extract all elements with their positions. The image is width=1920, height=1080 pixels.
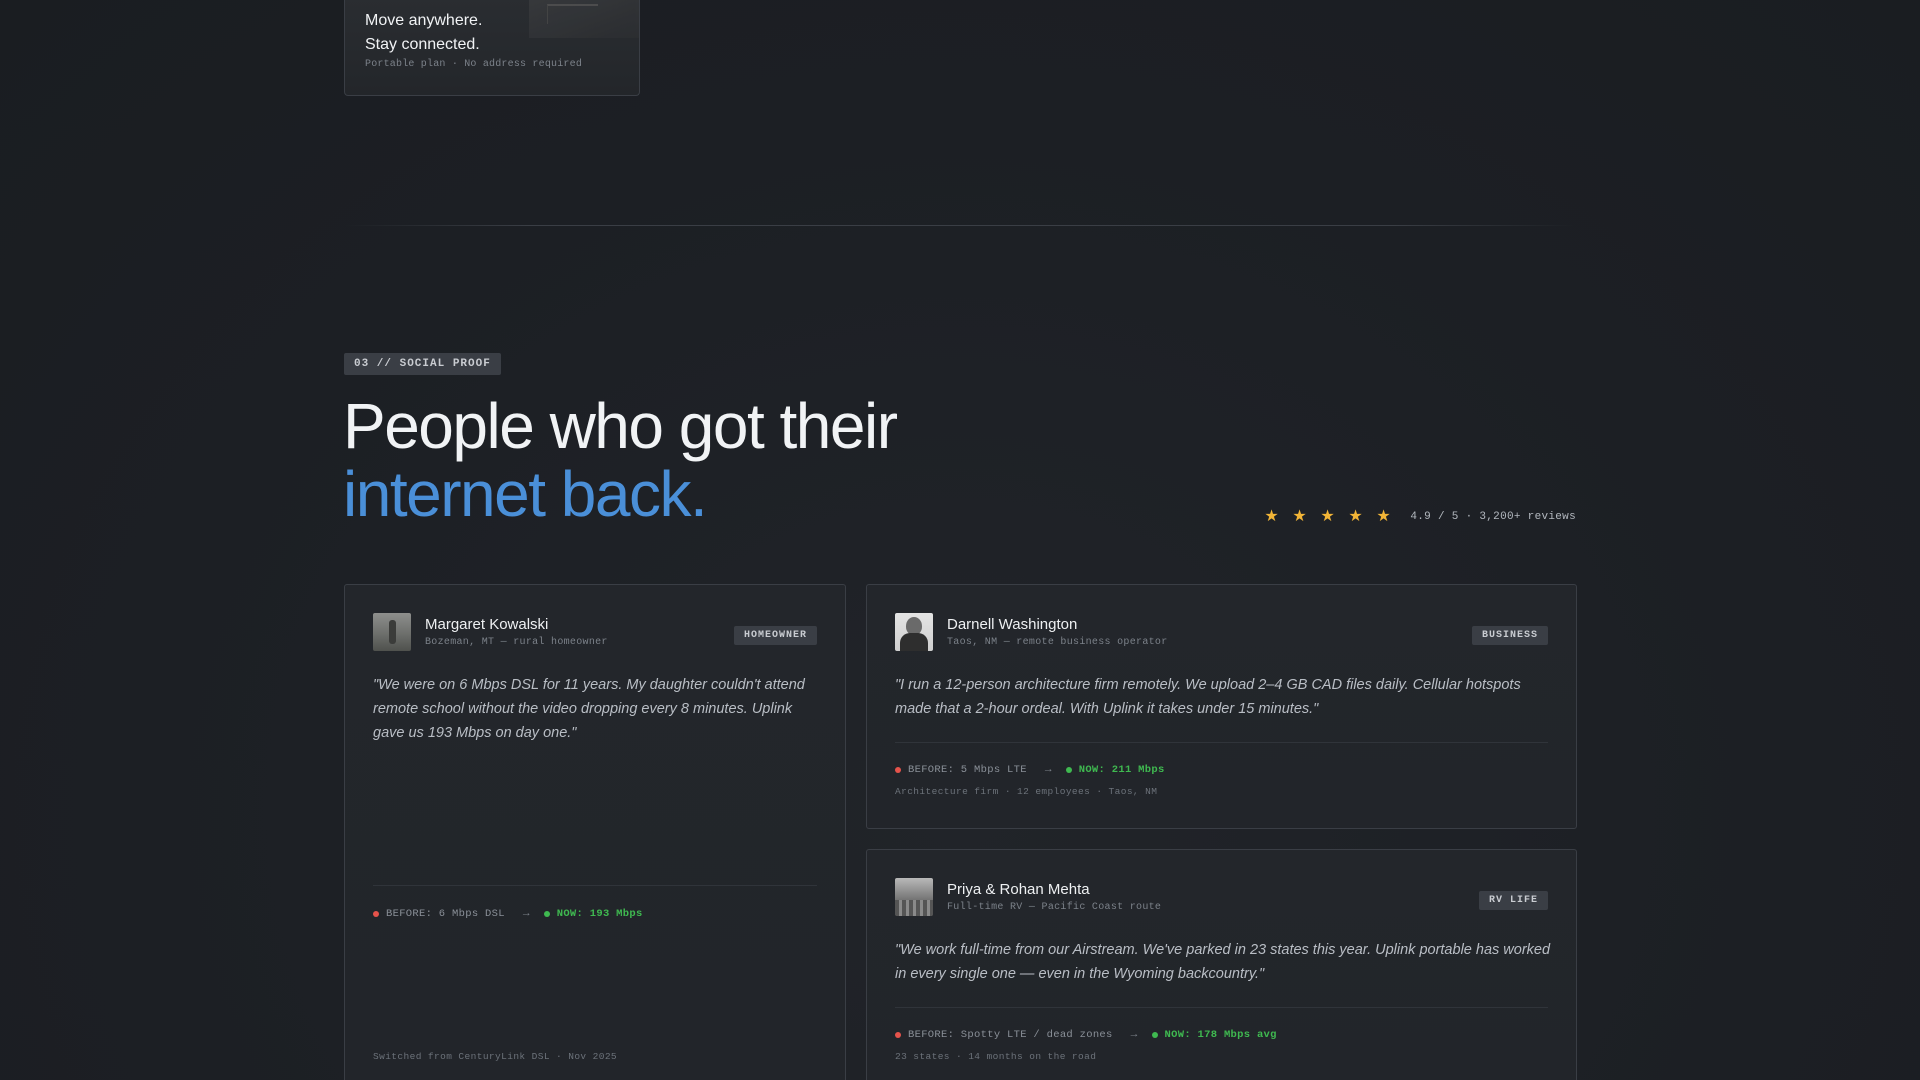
promo-title: Move anywhere. Stay connected. <box>365 9 482 57</box>
before-speed: BEFORE: 6 Mbps DSL <box>386 908 505 920</box>
testimonial-quote: "We work full-time from our Airstream. W… <box>895 942 1551 982</box>
person-meta: Full-time RV — Pacific Coast route <box>947 902 1162 913</box>
testimonial-detail: Switched from CenturyLink DSL · Nov 2025 <box>373 1051 618 1062</box>
now-speed: NOW: 178 Mbps avg <box>1164 1029 1277 1041</box>
avatar <box>895 613 933 651</box>
testimonial-quote: "We were on 6 Mbps DSL for 11 years. My … <box>373 677 805 741</box>
card-divider <box>373 885 817 886</box>
arrow-right-icon: → <box>1130 1029 1138 1041</box>
testimonial-card: Margaret Kowalski Bozeman, MT — rural ho… <box>344 584 846 1080</box>
avatar <box>373 613 411 651</box>
before-dot-icon <box>373 911 379 917</box>
star-icon: ★ <box>1376 508 1391 525</box>
person-meta: Taos, NM — remote business operator <box>947 637 1168 648</box>
before-speed: BEFORE: Spotty LTE / dead zones <box>908 1029 1113 1041</box>
before-dot-icon <box>895 1032 901 1038</box>
segment-badge: RV LIFE <box>1478 891 1548 910</box>
star-rating: ★ ★ ★ ★ ★ <box>1264 509 1392 525</box>
speed-comparison: BEFORE: 5 Mbps LTE → NOW: 211 Mbps <box>895 764 1165 776</box>
now-speed: NOW: 193 Mbps <box>556 908 643 920</box>
now-dot-icon <box>1151 1032 1158 1038</box>
headline-accent: internet back. <box>343 458 708 530</box>
card-divider <box>895 742 1548 743</box>
rating-text: 4.9 / 5 · 3,200+ reviews <box>1410 511 1576 523</box>
now-dot-icon <box>543 911 550 917</box>
portable-plan-card[interactable]: Move anywhere. Stay connected. Portable … <box>344 0 640 96</box>
testimonial-card: Priya & Rohan Mehta Full-time RV — Pacif… <box>866 849 1577 1080</box>
star-icon: ★ <box>1348 508 1363 525</box>
now-speed: NOW: 211 Mbps <box>1078 764 1165 776</box>
person-meta: Bozeman, MT — rural homeowner <box>425 637 608 648</box>
page: Move anywhere. Stay connected. Portable … <box>0 0 1920 1080</box>
speed-comparison: BEFORE: 6 Mbps DSL → NOW: 193 Mbps <box>373 908 643 920</box>
testimonial-detail: 23 states · 14 months on the road <box>895 1051 1097 1062</box>
before-speed: BEFORE: 5 Mbps LTE <box>908 764 1027 776</box>
star-icon: ★ <box>1264 508 1279 525</box>
person-name: Margaret Kowalski <box>425 616 549 633</box>
avatar <box>895 878 933 916</box>
arrow-right-icon: → <box>522 908 530 920</box>
testimonial-quote: "I run a 12-person architecture firm rem… <box>895 677 1521 717</box>
star-icon: ★ <box>1320 508 1335 525</box>
rv-photo <box>529 0 639 38</box>
section-tag: 03 // SOCIAL PROOF <box>344 353 501 375</box>
speed-comparison: BEFORE: Spotty LTE / dead zones → NOW: 1… <box>895 1029 1277 1041</box>
promo-subtitle: Portable plan · No address required <box>365 59 583 70</box>
section-headline: People who got their internet back. <box>343 390 898 530</box>
now-dot-icon <box>1065 767 1072 773</box>
card-divider <box>895 1007 1548 1008</box>
person-name: Darnell Washington <box>947 616 1078 633</box>
promo-title-line2: Stay connected. <box>365 36 480 53</box>
testimonial-card: Darnell Washington Taos, NM — remote bus… <box>866 584 1577 829</box>
arrow-right-icon: → <box>1044 764 1052 776</box>
section-divider <box>344 225 1576 226</box>
rating-summary: ★ ★ ★ ★ ★ 4.9 / 5 · 3,200+ reviews <box>1264 509 1576 525</box>
person-name: Priya & Rohan Mehta <box>947 881 1090 898</box>
testimonial-detail: Architecture firm · 12 employees · Taos,… <box>895 786 1158 797</box>
before-dot-icon <box>895 767 901 773</box>
promo-title-line1: Move anywhere. <box>365 12 483 29</box>
segment-badge: BUSINESS <box>1471 626 1548 645</box>
segment-badge: HOMEOWNER <box>733 626 817 645</box>
star-icon: ★ <box>1292 508 1307 525</box>
headline-line1: People who got their <box>343 390 898 462</box>
